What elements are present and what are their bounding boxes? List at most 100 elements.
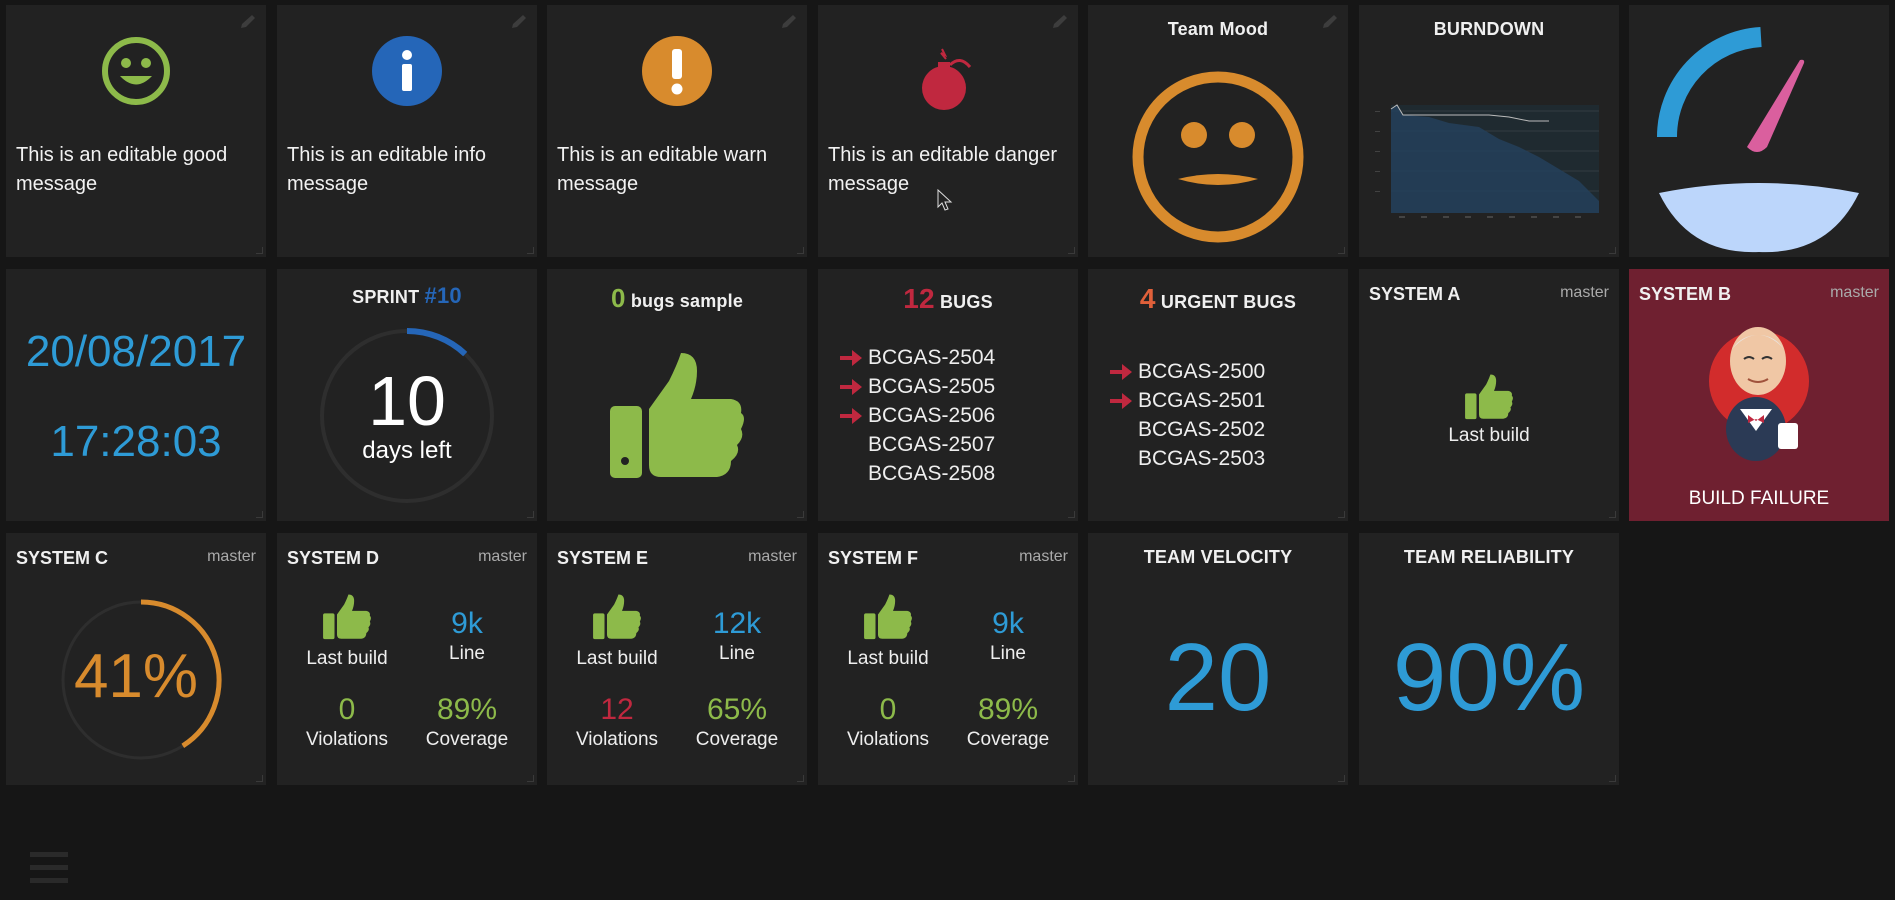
system-b-tile: SYSTEM B master BUILD FAILURE: [1629, 269, 1889, 521]
system-e-lines: 12k Line: [677, 607, 797, 665]
bugs-list: BCGAS-2504 BCGAS-2505 BCGAS-2506 BCGAS-2507…: [838, 343, 995, 488]
good-message-tile: This is an editable good message: [6, 5, 266, 257]
bug-list-item[interactable]: BCGAS-2501: [1108, 386, 1265, 415]
system-d-title: SYSTEM D: [287, 548, 380, 568]
bug-id: BCGAS-2506: [868, 404, 996, 427]
warning-icon: [642, 36, 712, 106]
edit-pencil-icon[interactable]: [509, 13, 529, 31]
urgent-bugs-title: 4 URGENT BUGS: [1088, 283, 1348, 315]
team-mood-title: Team Mood: [1167, 19, 1269, 39]
team-velocity-tile: TEAM VELOCITY 20: [1088, 533, 1348, 785]
bug-list-item[interactable]: BCGAS-2506: [838, 401, 995, 430]
burndown-tile: BURNDOWN — — — — —: [1359, 5, 1619, 257]
good-message[interactable]: This is an editable good message: [16, 141, 256, 199]
bug-list-item[interactable]: BCGAS-2503: [1108, 444, 1265, 473]
bugs-label: BUGS: [939, 292, 993, 312]
system-d-coverage-label: Coverage: [425, 729, 509, 750]
system-f-build: Last build: [828, 593, 948, 670]
system-a-status: Last build: [1448, 425, 1530, 446]
thumbs-up-icon: [593, 594, 641, 640]
bug-id: BCGAS-2504: [868, 346, 996, 369]
sprint-label: SPRINT: [352, 287, 420, 307]
info-message[interactable]: This is an editable info message: [287, 141, 527, 199]
sprint-tile: SPRINT #10 10 days left: [277, 269, 537, 521]
bug-list-item[interactable]: BCGAS-2507: [838, 430, 995, 459]
bug-list-item[interactable]: BCGAS-2502: [1108, 415, 1265, 444]
system-f-coverage-value: 89%: [977, 693, 1039, 726]
bug-id: BCGAS-2508: [868, 462, 996, 485]
system-d-violations: 0 Violations: [287, 693, 407, 751]
system-c-title: SYSTEM C: [16, 548, 109, 568]
system-c-tile: SYSTEM C master 41%: [6, 533, 266, 785]
gauge-tile: [1629, 5, 1889, 257]
urgent-bugs-list: BCGAS-2500 BCGAS-2501 BCGAS-2502 BCGAS-2503: [1108, 357, 1265, 473]
arrow-right-icon: [1108, 449, 1138, 469]
system-e-coverage: 65% Coverage: [677, 693, 797, 751]
time-value: 17:28:03: [50, 417, 222, 466]
system-f-violations-value: 0: [879, 693, 897, 726]
svg-text:—: —: [1375, 189, 1380, 195]
system-a-tile: SYSTEM A master Last build: [1359, 269, 1619, 521]
arrow-right-icon: [1108, 420, 1138, 440]
system-e-branch: master: [748, 548, 797, 565]
system-a-branch: master: [1560, 284, 1609, 301]
bugs-count: 12: [903, 283, 935, 314]
system-f-coverage: 89% Coverage: [948, 693, 1068, 751]
bug-list-item[interactable]: BCGAS-2505: [838, 372, 995, 401]
system-d-branch: master: [478, 548, 527, 565]
mouse-cursor-icon: [937, 189, 953, 211]
system-e-build-label: Last build: [576, 648, 658, 669]
system-d-coverage: 89% Coverage: [407, 693, 527, 751]
hamburger-menu-icon[interactable]: [30, 850, 70, 886]
team-velocity-value: 20: [1164, 624, 1272, 731]
sprint-title: SPRINT #10: [277, 283, 537, 309]
bug-id: BCGAS-2503: [1138, 447, 1266, 470]
jenkins-butler-icon: [1709, 327, 1809, 461]
system-a-title: SYSTEM A: [1369, 284, 1461, 304]
edit-pencil-icon[interactable]: [1050, 13, 1070, 31]
bugs-sample-tile: 0 bugs sample: [547, 269, 807, 521]
system-d-violations-value: 0: [338, 693, 356, 726]
system-d-tile: SYSTEM D master Last build 9k Line 0 Vio…: [277, 533, 537, 785]
arrow-right-icon: [840, 349, 862, 366]
bomb-icon: [922, 48, 972, 110]
bug-list-item[interactable]: BCGAS-2508: [838, 459, 995, 488]
info-message-tile: This is an editable info message: [277, 5, 537, 257]
datetime-tile: 20/08/2017 17:28:03: [6, 269, 266, 521]
bugs-tile: 12 BUGS BCGAS-2504 BCGAS-2505 BCGAS-2506 BC…: [818, 269, 1078, 521]
system-b-title: SYSTEM B: [1639, 284, 1732, 304]
sprint-days-label: days left: [362, 437, 452, 464]
sprint-days-value: 10: [368, 362, 446, 440]
svg-text:—: —: [1375, 149, 1380, 155]
bug-id: BCGAS-2501: [1138, 389, 1266, 412]
bugs-sample-title: 0 bugs sample: [547, 283, 807, 314]
bug-list-item[interactable]: BCGAS-2500: [1108, 357, 1265, 386]
team-reliability-title: TEAM RELIABILITY: [1403, 547, 1575, 567]
edit-pencil-icon[interactable]: [238, 13, 258, 31]
warn-message[interactable]: This is an editable warn message: [557, 141, 797, 199]
system-e-lines-value: 12k: [712, 607, 762, 640]
system-f-title: SYSTEM F: [828, 548, 919, 568]
bug-id: BCGAS-2505: [868, 375, 996, 398]
gauge-meter: [1656, 27, 1859, 253]
edit-pencil-icon[interactable]: [779, 13, 799, 31]
system-d-build-label: Last build: [306, 648, 388, 669]
system-d-coverage-value: 89%: [436, 693, 498, 726]
system-b-branch: master: [1830, 284, 1879, 301]
system-f-build-label: Last build: [847, 648, 929, 669]
system-b-status: BUILD FAILURE: [1688, 488, 1830, 509]
thumbs-up-icon: [323, 594, 371, 640]
info-icon: [372, 36, 442, 106]
bug-id: BCGAS-2507: [868, 433, 996, 456]
arrow-right-icon: [838, 464, 868, 484]
bugs-title: 12 BUGS: [818, 283, 1078, 315]
urgent-bugs-tile: 4 URGENT BUGS BCGAS-2500 BCGAS-2501 BCGAS-…: [1088, 269, 1348, 521]
bug-list-item[interactable]: BCGAS-2504: [838, 343, 995, 372]
arrow-right-icon: [1110, 392, 1132, 409]
arrow-right-icon: [1110, 363, 1132, 380]
bugs-sample-label: bugs sample: [630, 291, 744, 311]
system-d-violations-label: Violations: [305, 729, 389, 750]
system-d-lines: 9k Line: [407, 607, 527, 665]
date-value: 20/08/2017: [25, 327, 247, 376]
svg-text:—: —: [1375, 129, 1380, 135]
